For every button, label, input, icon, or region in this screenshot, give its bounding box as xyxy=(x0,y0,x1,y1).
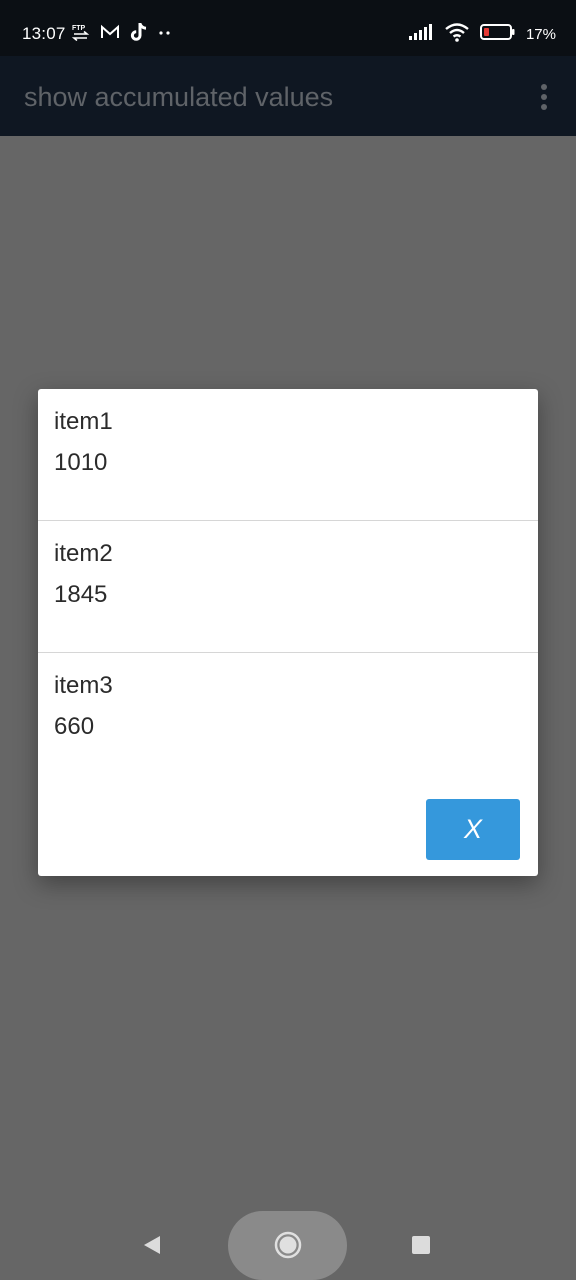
more-dots-icon xyxy=(158,25,172,43)
ftp-icon-label: FTP xyxy=(72,25,86,32)
home-icon[interactable] xyxy=(274,1231,302,1259)
status-right: 17% xyxy=(408,22,556,46)
close-button[interactable]: X xyxy=(426,799,520,860)
status-time: 13:07 xyxy=(22,24,66,43)
more-vert-icon[interactable] xyxy=(534,82,554,112)
page-title: show accumulated values xyxy=(24,82,334,112)
item-value: 1010 xyxy=(54,449,108,476)
tiktok-icon xyxy=(130,22,148,47)
accumulated-values-dialog: item1 1010 item2 1845 item3 660 X xyxy=(38,389,538,876)
notification-icons: FTP xyxy=(71,22,172,47)
item-name: item3 xyxy=(54,672,113,699)
status-bar: 13:07 FTP 17% xyxy=(0,0,576,56)
back-icon[interactable] xyxy=(141,1233,163,1257)
recents-icon[interactable] xyxy=(412,1236,430,1254)
gmail-icon xyxy=(100,24,120,45)
item-name: item1 xyxy=(54,408,113,435)
battery-icon xyxy=(479,23,516,46)
item-name: item2 xyxy=(54,540,113,567)
item-value: 660 xyxy=(54,713,95,740)
battery-percent: 17% xyxy=(525,25,556,43)
signal-icon xyxy=(408,23,434,46)
list-item[interactable]: item3 660 xyxy=(38,653,538,784)
item-value: 1845 xyxy=(54,581,108,608)
ftp-icon: FTP xyxy=(71,23,90,46)
wifi-icon xyxy=(444,22,470,47)
list-item[interactable]: item1 1010 xyxy=(38,389,538,520)
list-item[interactable]: item2 1845 xyxy=(38,521,538,652)
